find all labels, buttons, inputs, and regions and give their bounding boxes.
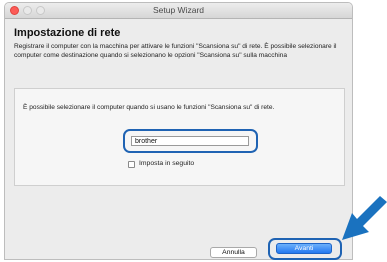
page-heading: Impostazione di rete — [14, 27, 121, 39]
set-later-checkbox[interactable] — [128, 161, 135, 168]
page-description: Registrare il computer con la macchina p… — [14, 43, 337, 59]
title-bar: Setup Wizard — [5, 3, 352, 19]
cancel-button[interactable]: Annulla — [210, 247, 257, 258]
next-button-highlight: Avanti — [268, 238, 342, 260]
computer-name-highlight — [123, 129, 258, 153]
panel-instruction: È possibile selezionare il computer quan… — [23, 104, 275, 111]
setup-wizard-window: Setup Wizard Impostazione di rete Regist… — [4, 2, 353, 260]
pointer-arrow-icon — [342, 196, 387, 240]
computer-name-input[interactable] — [131, 136, 249, 146]
window-title: Setup Wizard — [152, 5, 205, 15]
network-settings-panel: È possibile selezionare il computer quan… — [14, 88, 345, 186]
set-later-label: Imposta in seguito — [139, 160, 195, 167]
next-button[interactable]: Avanti — [276, 243, 332, 254]
